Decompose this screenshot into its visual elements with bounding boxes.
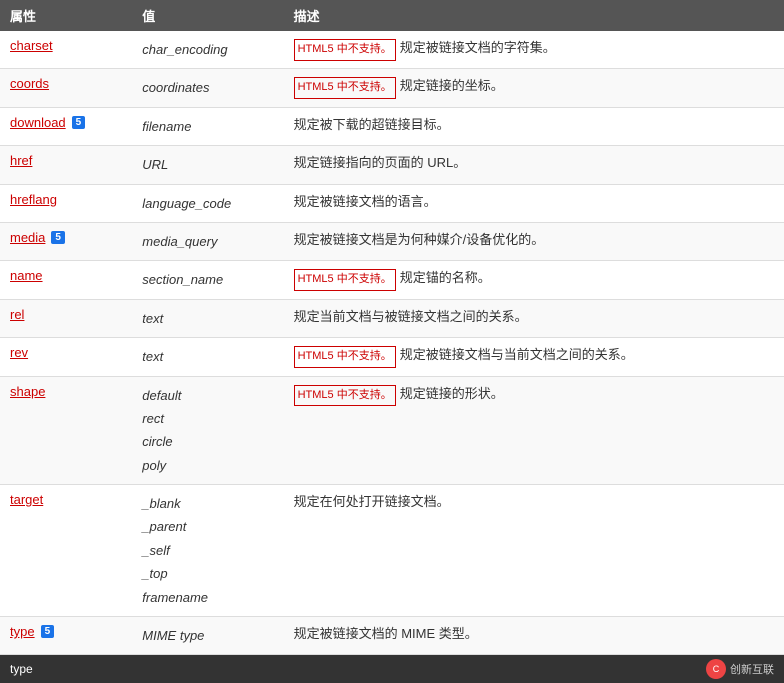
not-supported-badge: HTML5 中不支持。	[294, 346, 396, 368]
desc-cell: HTML5 中不支持。规定被链接文档的字符集。	[284, 31, 784, 69]
table-row: download 5 filename规定被下载的超链接目标。	[0, 107, 784, 145]
value-cell: language_code	[132, 184, 283, 222]
attr-link[interactable]: hreflang	[10, 192, 57, 207]
desc-cell: HTML5 中不支持。规定被链接文档与当前文档之间的关系。	[284, 338, 784, 376]
logo-text: 创新互联	[730, 661, 774, 677]
value-cell: URL	[132, 146, 283, 184]
attr-link[interactable]: charset	[10, 38, 53, 53]
attr-cell: coords	[0, 69, 132, 107]
html5-badge: 5	[51, 231, 65, 244]
value-cell: text	[132, 299, 283, 337]
not-supported-badge: HTML5 中不支持。	[294, 269, 396, 291]
table-row: rev textHTML5 中不支持。规定被链接文档与当前文档之间的关系。	[0, 338, 784, 376]
attr-cell: type 5	[0, 617, 132, 655]
table-row: rel text规定当前文档与被链接文档之间的关系。	[0, 299, 784, 337]
table-row: target _blank_parent_self_topframename规定在…	[0, 485, 784, 617]
attr-cell: media 5	[0, 222, 132, 260]
attr-link[interactable]: shape	[10, 384, 45, 399]
col-attr: 属性	[0, 0, 132, 31]
attr-link[interactable]: type	[10, 624, 35, 639]
attr-link[interactable]: download	[10, 115, 66, 130]
table-row: name section_nameHTML5 中不支持。规定锚的名称。	[0, 261, 784, 299]
attr-cell: hreflang	[0, 184, 132, 222]
attr-cell: name	[0, 261, 132, 299]
html5-badge: 5	[41, 625, 55, 638]
value-cell: defaultrectcirclepoly	[132, 376, 283, 485]
table-row: charset char_encodingHTML5 中不支持。规定被链接文档的字…	[0, 31, 784, 69]
table-row: media 5 media_query规定被链接文档是为何种媒介/设备优化的。	[0, 222, 784, 260]
desc-cell: 规定链接指向的页面的 URL。	[284, 146, 784, 184]
attr-link[interactable]: rel	[10, 307, 24, 322]
desc-cell: HTML5 中不支持。规定链接的坐标。	[284, 69, 784, 107]
attr-link[interactable]: target	[10, 492, 43, 507]
table-row: type 5 MIME type规定被链接文档的 MIME 类型。	[0, 617, 784, 655]
attr-link[interactable]: name	[10, 268, 43, 283]
footer-logo: C 创新互联	[706, 659, 774, 679]
desc-cell: 规定被链接文档的语言。	[284, 184, 784, 222]
desc-cell: HTML5 中不支持。规定链接的形状。	[284, 376, 784, 485]
col-desc: 描述	[284, 0, 784, 31]
desc-cell: 规定被链接文档的 MIME 类型。	[284, 617, 784, 655]
value-cell: char_encoding	[132, 31, 283, 69]
attr-cell: download 5	[0, 107, 132, 145]
attr-cell: target	[0, 485, 132, 617]
not-supported-badge: HTML5 中不支持。	[294, 77, 396, 99]
attr-link[interactable]: media	[10, 230, 45, 245]
value-cell: _blank_parent_self_topframename	[132, 485, 283, 617]
attr-link[interactable]: coords	[10, 76, 49, 91]
attributes-table: 属性 值 描述 charsetchar_encodingHTML5 中不支持。规…	[0, 0, 784, 655]
desc-cell: HTML5 中不支持。规定锚的名称。	[284, 261, 784, 299]
value-cell: text	[132, 338, 283, 376]
desc-cell: 规定当前文档与被链接文档之间的关系。	[284, 299, 784, 337]
table-row: hreflang language_code规定被链接文档的语言。	[0, 184, 784, 222]
table-header: 属性 值 描述	[0, 0, 784, 31]
not-supported-badge: HTML5 中不支持。	[294, 385, 396, 407]
table-row: coords coordinatesHTML5 中不支持。规定链接的坐标。	[0, 69, 784, 107]
desc-cell: 规定在何处打开链接文档。	[284, 485, 784, 617]
attr-cell: href	[0, 146, 132, 184]
value-cell: coordinates	[132, 69, 283, 107]
attr-cell: shape	[0, 376, 132, 485]
not-supported-badge: HTML5 中不支持。	[294, 39, 396, 61]
attr-cell: rev	[0, 338, 132, 376]
logo-icon: C	[706, 659, 726, 679]
desc-cell: 规定被链接文档是为何种媒介/设备优化的。	[284, 222, 784, 260]
value-cell: media_query	[132, 222, 283, 260]
footer-type-label: type	[10, 662, 33, 676]
col-value: 值	[132, 0, 283, 31]
value-cell: MIME type	[132, 617, 283, 655]
table-row: shape defaultrectcirclepolyHTML5 中不支持。规定链…	[0, 376, 784, 485]
table-row: href URL规定链接指向的页面的 URL。	[0, 146, 784, 184]
attr-cell: rel	[0, 299, 132, 337]
html5-badge: 5	[72, 116, 86, 129]
value-cell: section_name	[132, 261, 283, 299]
footer-bar: type C 创新互联	[0, 655, 784, 683]
desc-cell: 规定被下载的超链接目标。	[284, 107, 784, 145]
attr-link[interactable]: rev	[10, 345, 28, 360]
attr-cell: charset	[0, 31, 132, 69]
value-cell: filename	[132, 107, 283, 145]
attr-link[interactable]: href	[10, 153, 32, 168]
